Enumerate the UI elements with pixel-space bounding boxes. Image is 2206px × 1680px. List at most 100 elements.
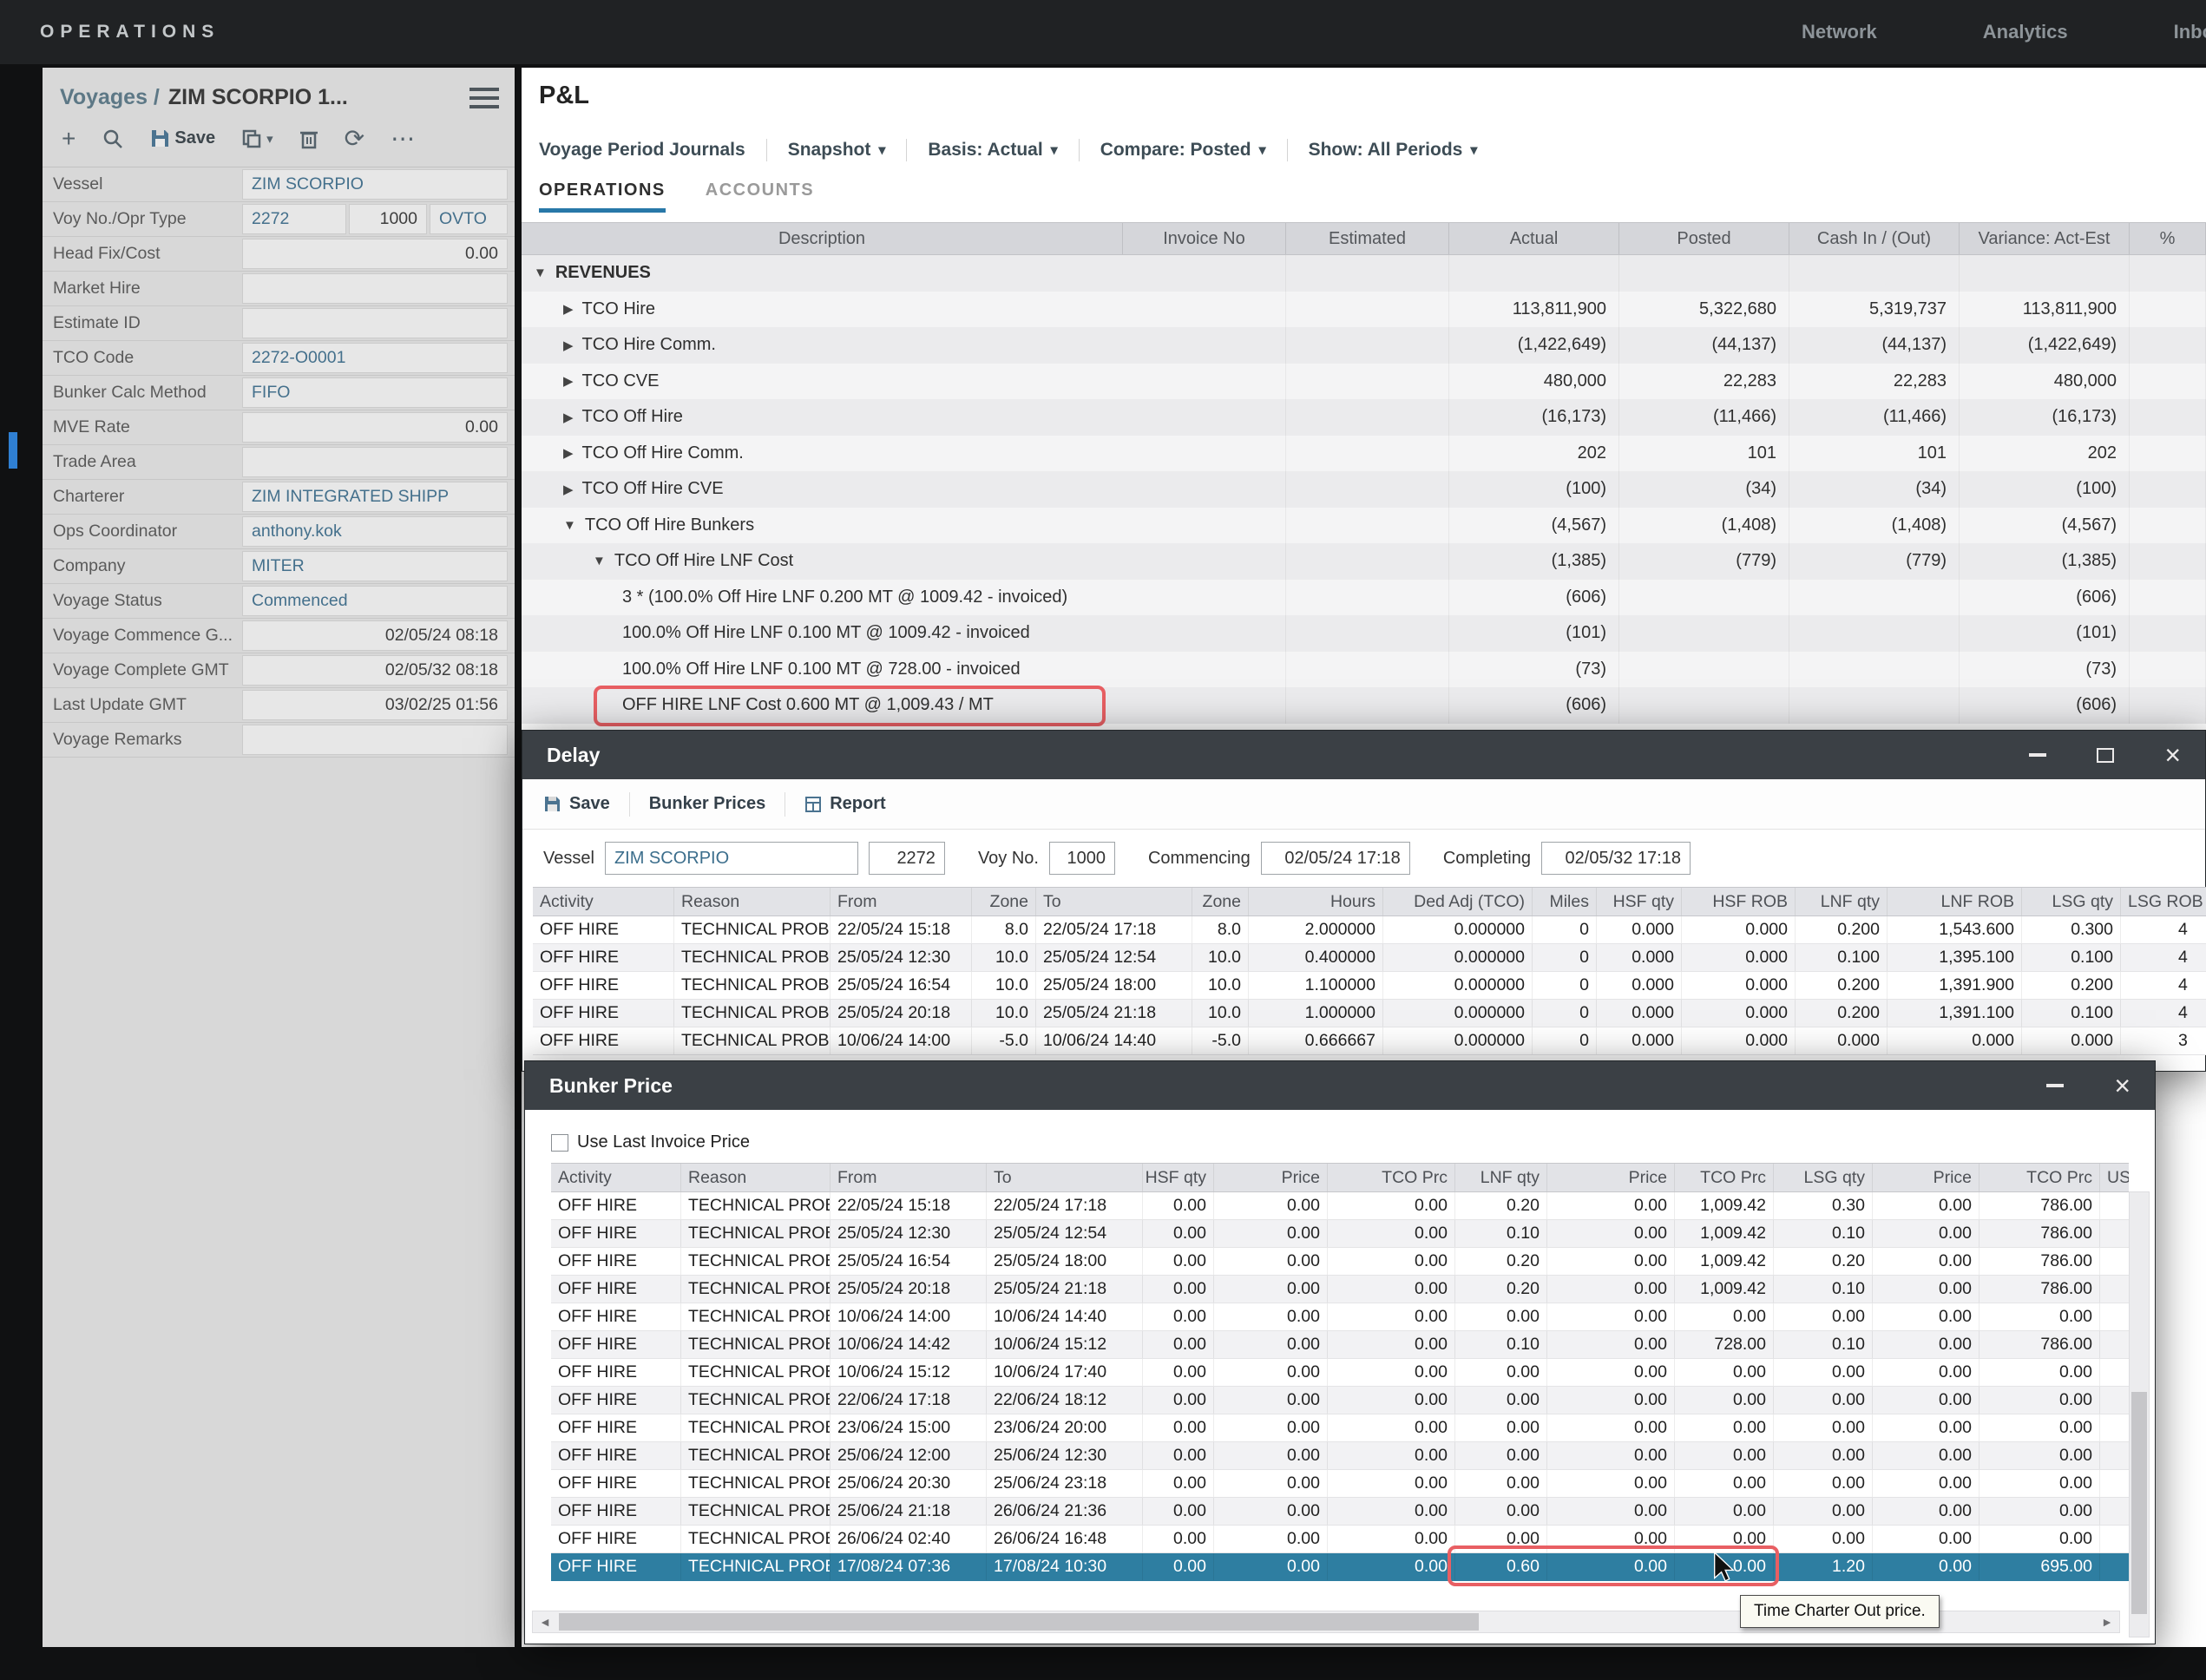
column-header[interactable]: TCO Prc: [1979, 1164, 2100, 1191]
tree-collapse-icon[interactable]: ▼: [534, 266, 547, 280]
column-header[interactable]: LSG qty: [2022, 888, 2121, 915]
field-value[interactable]: Commenced: [242, 586, 508, 616]
nav-analytics[interactable]: Analytics: [1983, 21, 2068, 43]
save-button[interactable]: Save: [150, 128, 215, 148]
tree-expand-icon[interactable]: ▶: [563, 373, 574, 389]
column-header[interactable]: Cash In / (Out): [1789, 223, 1960, 254]
table-row[interactable]: OFF HIRETECHNICAL PROBLEM22/06/24 17:182…: [551, 1387, 2129, 1414]
table-row[interactable]: OFF HIRETECHNICAL PROBLEM23/06/24 15:002…: [551, 1414, 2129, 1442]
scroll-left-icon[interactable]: ◄: [533, 1611, 557, 1632]
pnl-row[interactable]: ▶TCO Off Hire Comm.202101101202: [522, 436, 2206, 472]
table-row[interactable]: OFF HIRETECHNICAL PROBLEM25/05/24 20:181…: [533, 1000, 2206, 1027]
column-header[interactable]: Miles: [1533, 888, 1597, 915]
scrollbar-thumb[interactable]: [559, 1613, 1479, 1631]
tree-collapse-icon[interactable]: ▼: [563, 518, 576, 533]
table-row[interactable]: OFF HIRETECHNICAL PROBLEM22/05/24 15:188…: [533, 916, 2206, 944]
tree-expand-icon[interactable]: ▶: [563, 410, 574, 425]
pnl-row[interactable]: ▶TCO CVE480,00022,28322,283480,000: [522, 364, 2206, 400]
vertical-scrollbar[interactable]: [2129, 1191, 2150, 1637]
pnl-toolbar-item[interactable]: Snapshot▾: [788, 140, 886, 161]
field-value[interactable]: 02/05/32 08:18: [242, 655, 508, 686]
commencing-field[interactable]: 02/05/24 17:18: [1261, 842, 1410, 875]
column-header[interactable]: Reason: [681, 1164, 831, 1191]
minimize-icon[interactable]: [2046, 1084, 2064, 1087]
field-value[interactable]: 02/05/24 08:18: [242, 620, 508, 651]
pnl-row[interactable]: 100.0% Off Hire LNF 0.100 MT @ 1009.42 -…: [522, 615, 2206, 652]
column-header[interactable]: Activity: [533, 888, 674, 915]
column-header[interactable]: Variance: Act-Est: [1960, 223, 2130, 254]
voyage-number-field[interactable]: 1000: [1049, 842, 1115, 875]
column-header[interactable]: Hours: [1249, 888, 1383, 915]
column-header[interactable]: %: [2130, 223, 2206, 254]
column-header[interactable]: From: [831, 1164, 987, 1191]
pnl-row[interactable]: ▼REVENUES: [522, 255, 2206, 292]
bunker-prices-button[interactable]: Bunker Prices: [649, 794, 766, 814]
column-header[interactable]: LSG ROB: [2121, 888, 2206, 915]
copy-icon[interactable]: ▾: [241, 128, 273, 149]
field-value[interactable]: [242, 725, 508, 755]
field-value[interactable]: 03/02/25 01:56: [242, 690, 508, 720]
column-header[interactable]: Description: [522, 223, 1123, 254]
column-header[interactable]: Invoice No: [1123, 223, 1286, 254]
vessel-field[interactable]: ZIM SCORPIO: [605, 842, 858, 875]
tree-expand-icon[interactable]: ▶: [563, 301, 574, 317]
column-header[interactable]: Reason: [674, 888, 831, 915]
column-header[interactable]: Estimated: [1286, 223, 1449, 254]
table-row[interactable]: OFF HIRETECHNICAL PROBLEM25/06/24 21:182…: [551, 1498, 2129, 1526]
pnl-toolbar-item[interactable]: Basis: Actual▾: [928, 140, 1057, 161]
table-row[interactable]: OFF HIRETECHNICAL PROBLEM25/05/24 12:301…: [533, 944, 2206, 972]
pnl-row[interactable]: ▶TCO Hire113,811,9005,322,6805,319,73711…: [522, 292, 2206, 328]
column-header[interactable]: Zone: [1192, 888, 1249, 915]
column-header[interactable]: To: [987, 1164, 1143, 1191]
tab-operations[interactable]: OPERATIONS: [539, 180, 666, 213]
pnl-row[interactable]: ▶TCO Off Hire CVE(100)(34)(34)(100): [522, 471, 2206, 508]
field-value[interactable]: ZIM SCORPIO: [242, 169, 508, 200]
hamburger-menu-icon[interactable]: [469, 88, 499, 108]
field-value[interactable]: 0.00: [242, 239, 508, 269]
pnl-row[interactable]: ▶TCO Hire Comm.(1,422,649)(44,137)(44,13…: [522, 327, 2206, 364]
column-header[interactable]: Price: [1547, 1164, 1675, 1191]
field-value[interactable]: FIFO: [242, 377, 508, 408]
column-header[interactable]: LSG qty: [1774, 1164, 1873, 1191]
pnl-row[interactable]: 3 * (100.0% Off Hire LNF 0.200 MT @ 1009…: [522, 580, 2206, 616]
pnl-toolbar-item[interactable]: Compare: Posted▾: [1100, 140, 1266, 161]
pnl-toolbar-item[interactable]: Voyage Period Journals: [539, 140, 745, 161]
scroll-right-icon[interactable]: ►: [2095, 1611, 2119, 1632]
field-value[interactable]: 1000: [349, 204, 427, 234]
bunker-dialog-titlebar[interactable]: Bunker Price ×: [525, 1061, 2155, 1110]
table-row[interactable]: OFF HIRETECHNICAL PROBLEM25/05/24 20:182…: [551, 1276, 2129, 1303]
column-header[interactable]: Activity: [551, 1164, 681, 1191]
table-row[interactable]: OFF HIRETECHNICAL PROBLEM17/08/24 07:361…: [551, 1553, 2129, 1581]
delay-dialog-titlebar[interactable]: Delay ×: [522, 731, 2205, 779]
field-value[interactable]: [242, 447, 508, 477]
table-row[interactable]: OFF HIRETECHNICAL PROBLEM25/06/24 12:002…: [551, 1442, 2129, 1470]
field-value[interactable]: 0.00: [242, 412, 508, 443]
pnl-row[interactable]: ▼TCO Off Hire LNF Cost(1,385)(779)(779)(…: [522, 543, 2206, 580]
column-header[interactable]: LNF qty: [1796, 888, 1888, 915]
field-value[interactable]: [242, 308, 508, 338]
minimize-icon[interactable]: [2029, 753, 2046, 757]
table-row[interactable]: OFF HIRETECHNICAL PROBLEM10/06/24 14:001…: [551, 1303, 2129, 1331]
column-header[interactable]: Posted: [1619, 223, 1789, 254]
column-header[interactable]: LNF qty: [1455, 1164, 1547, 1191]
vessel-code-field[interactable]: 2272: [869, 842, 945, 875]
tree-collapse-icon[interactable]: ▼: [593, 554, 606, 568]
pnl-row[interactable]: ▶TCO Off Hire(16,173)(11,466)(11,466)(16…: [522, 399, 2206, 436]
column-header[interactable]: From: [831, 888, 972, 915]
field-value[interactable]: [242, 273, 508, 304]
tree-expand-icon[interactable]: ▶: [563, 482, 574, 497]
pnl-row[interactable]: ▼TCO Off Hire Bunkers(4,567)(1,408)(1,40…: [522, 508, 2206, 544]
close-icon[interactable]: ×: [2114, 1077, 2130, 1094]
table-row[interactable]: OFF HIRETECHNICAL PROBLEM10/06/24 15:121…: [551, 1359, 2129, 1387]
field-value[interactable]: anthony.kok: [242, 516, 508, 547]
scrollbar-thumb[interactable]: [2131, 1392, 2147, 1614]
tree-expand-icon[interactable]: ▶: [563, 338, 574, 353]
table-row[interactable]: OFF HIRETECHNICAL PROBLEM10/06/24 14:00-…: [533, 1027, 2206, 1055]
table-row[interactable]: OFF HIRETECHNICAL PROBLEM25/05/24 16:541…: [533, 972, 2206, 1000]
column-header[interactable]: HSF qty: [1143, 1164, 1214, 1191]
table-row[interactable]: OFF HIRETECHNICAL PROBLEM25/05/24 16:542…: [551, 1248, 2129, 1276]
refresh-icon[interactable]: ⟳: [345, 124, 364, 153]
nav-inbox[interactable]: Inbox: [2174, 21, 2206, 43]
field-value[interactable]: OVTO: [430, 204, 508, 234]
save-button[interactable]: Save: [543, 794, 610, 814]
